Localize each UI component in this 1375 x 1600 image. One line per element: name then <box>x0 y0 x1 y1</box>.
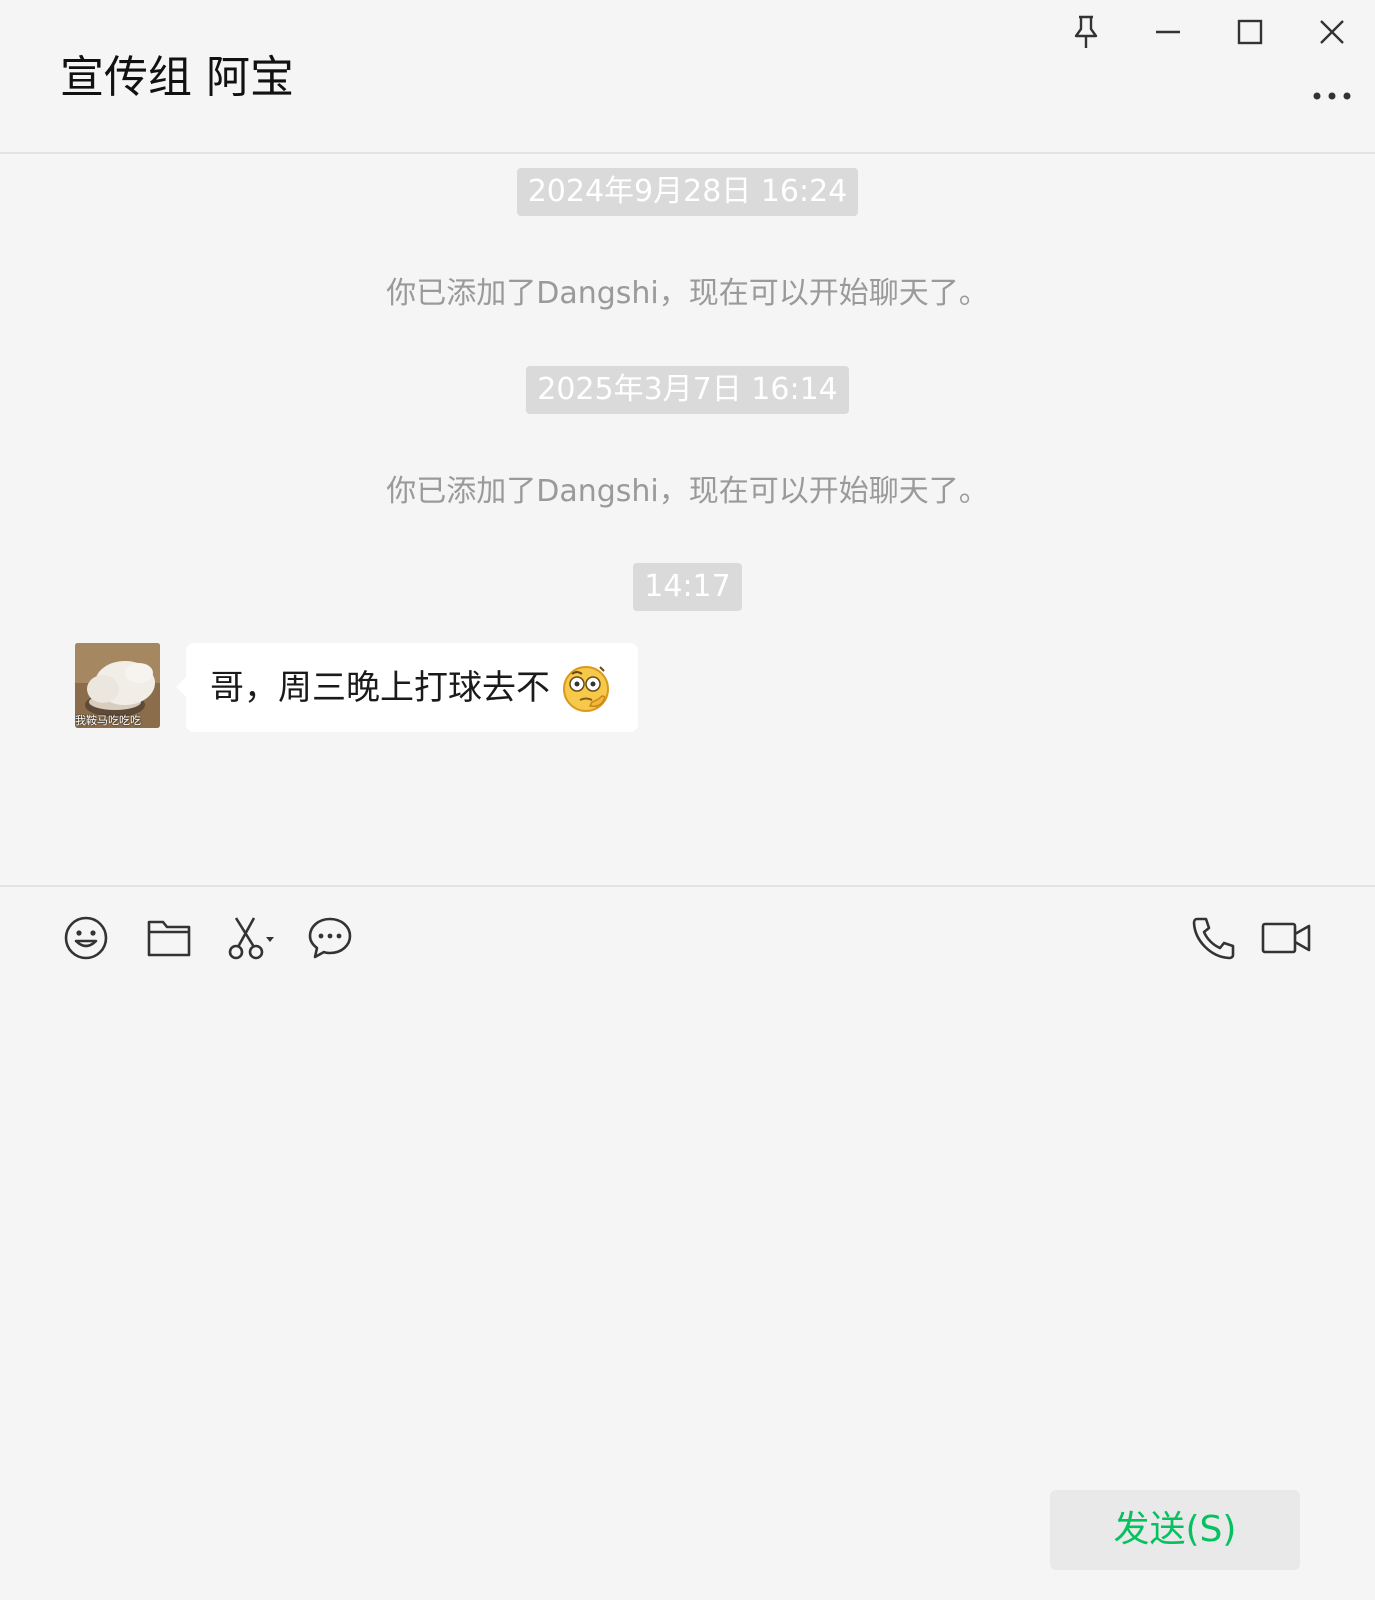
message-list[interactable]: 2024年9月28日 16:24 你已添加了Dangshi，现在可以开始聊天了。… <box>0 154 1375 885</box>
emoji-button[interactable] <box>58 912 114 968</box>
avatar-caption: 我鞍马吃吃吃 <box>75 714 141 727</box>
message-bubble[interactable]: 哥，周三晚上打球去不 <box>176 643 638 732</box>
minimize-icon <box>1155 19 1181 45</box>
close-button[interactable] <box>1304 4 1360 60</box>
timestamp-row: 2025年3月7日 16:14 <box>0 366 1375 414</box>
avatar[interactable]: 我鞍马吃吃吃 <box>75 643 160 728</box>
chat-title: 宣传组 阿宝 <box>60 52 294 103</box>
more-button[interactable] <box>1304 68 1360 124</box>
voice-call-button[interactable] <box>1186 912 1242 968</box>
folder-icon <box>146 918 192 962</box>
input-divider <box>0 885 1375 887</box>
chat-header: 宣传组 阿宝 <box>0 0 1375 154</box>
emoji-icon <box>63 915 109 965</box>
maximize-button[interactable] <box>1222 4 1278 60</box>
video-call-button[interactable] <box>1256 912 1318 968</box>
timestamp-row: 2024年9月28日 16:24 <box>0 168 1375 216</box>
file-button[interactable] <box>141 912 197 968</box>
minimize-button[interactable] <box>1140 4 1196 60</box>
message-input[interactable] <box>40 990 1339 1464</box>
chat-bubble-icon <box>307 916 353 964</box>
timestamp-row: 14:17 <box>0 563 1375 611</box>
system-message: 你已添加了Dangshi，现在可以开始聊天了。 <box>386 474 989 509</box>
chat-window: 宣传组 阿宝 2024年9月28日 16:24 你已添加了Dangshi，现在可… <box>0 0 1375 1600</box>
system-message: 你已添加了Dangshi，现在可以开始聊天了。 <box>386 276 989 311</box>
more-icon <box>1312 91 1352 101</box>
close-icon <box>1319 19 1345 45</box>
timestamp-badge: 2025年3月7日 16:14 <box>526 366 849 414</box>
send-button[interactable]: 发送(S) <box>1050 1490 1300 1570</box>
phone-icon <box>1191 915 1237 965</box>
video-camera-icon <box>1261 921 1313 959</box>
pin-button[interactable] <box>1058 4 1114 60</box>
screenshot-button[interactable] <box>222 912 282 968</box>
maximize-icon <box>1237 19 1263 45</box>
pin-icon <box>1071 14 1101 50</box>
chat-history-button[interactable] <box>302 912 358 968</box>
thinking-face-emoji-icon <box>560 662 612 714</box>
scissors-icon <box>226 915 278 965</box>
timestamp-badge: 14:17 <box>633 563 742 611</box>
message-text: 哥，周三晚上打球去不 <box>210 667 550 708</box>
timestamp-badge: 2024年9月28日 16:24 <box>516 168 859 216</box>
